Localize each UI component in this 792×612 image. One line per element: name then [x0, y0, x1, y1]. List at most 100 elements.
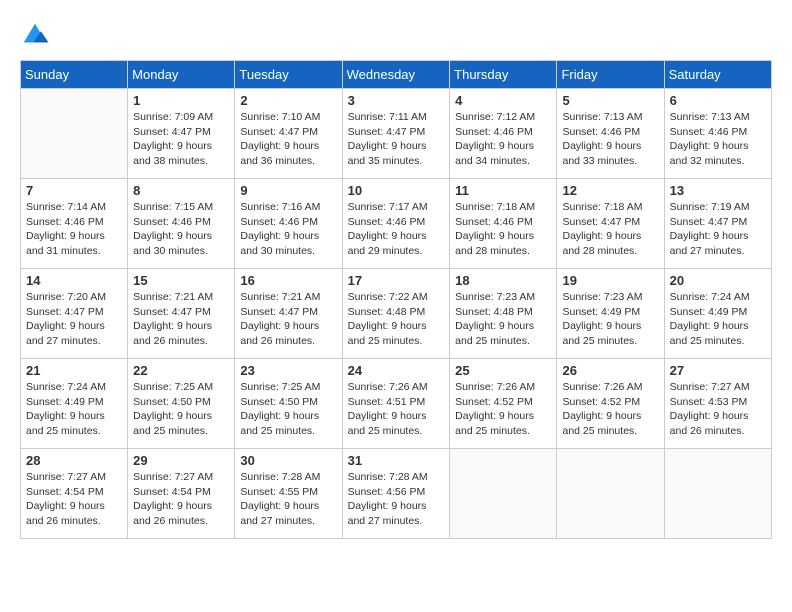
- calendar-cell: [557, 449, 664, 539]
- day-number: 17: [348, 273, 445, 288]
- calendar-cell: 15 Sunrise: 7:21 AMSunset: 4:47 PMDayligh…: [128, 269, 235, 359]
- calendar-table: SundayMondayTuesdayWednesdayThursdayFrid…: [20, 60, 772, 539]
- day-info: Sunrise: 7:11 AMSunset: 4:47 PMDaylight:…: [348, 110, 445, 169]
- day-info: Sunrise: 7:28 AMSunset: 4:55 PMDaylight:…: [240, 470, 336, 529]
- calendar-cell: [450, 449, 557, 539]
- calendar-cell: 7Sunrise: 7:14 AMSunset: 4:46 PMDaylight…: [21, 179, 128, 269]
- day-info: Sunrise: 7:21 AMSunset: 4:47 PMDaylight:…: [133, 290, 229, 349]
- calendar-cell: 13Sunrise: 7:19 AMSunset: 4:47 PMDayligh…: [664, 179, 771, 269]
- day-number: 27: [670, 363, 766, 378]
- day-info: Sunrise: 7:22 AMSunset: 4:48 PMDaylight:…: [348, 290, 445, 349]
- day-number: 20: [670, 273, 766, 288]
- day-number: 19: [562, 273, 658, 288]
- day-info: Sunrise: 7:16 AMSunset: 4:46 PMDaylight:…: [240, 200, 336, 259]
- calendar-week-row: 7Sunrise: 7:14 AMSunset: 4:46 PMDaylight…: [21, 179, 772, 269]
- day-number: 15: [133, 273, 229, 288]
- header-monday: Monday: [128, 61, 235, 89]
- calendar-cell: 11 Sunrise: 7:18 AMSunset: 4:46 PMDayligh…: [450, 179, 557, 269]
- calendar-cell: 24 Sunrise: 7:26 AMSunset: 4:51 PMDayligh…: [342, 359, 450, 449]
- day-info: Sunrise: 7:27 AMSunset: 4:54 PMDaylight:…: [133, 470, 229, 529]
- calendar-cell: 8 Sunrise: 7:15 AMSunset: 4:46 PMDaylight…: [128, 179, 235, 269]
- day-number: 11: [455, 183, 551, 198]
- day-info: Sunrise: 7:27 AMSunset: 4:53 PMDaylight:…: [670, 380, 766, 439]
- header-sunday: Sunday: [21, 61, 128, 89]
- logo-icon: [20, 20, 50, 50]
- page-header: [20, 20, 772, 50]
- calendar-cell: 3 Sunrise: 7:11 AMSunset: 4:47 PMDaylight…: [342, 89, 450, 179]
- day-info: Sunrise: 7:24 AMSunset: 4:49 PMDaylight:…: [670, 290, 766, 349]
- calendar-cell: [21, 89, 128, 179]
- day-number: 6: [670, 93, 766, 108]
- day-number: 1: [133, 93, 229, 108]
- calendar-cell: 23 Sunrise: 7:25 AMSunset: 4:50 PMDayligh…: [235, 359, 342, 449]
- calendar-cell: 28Sunrise: 7:27 AMSunset: 4:54 PMDayligh…: [21, 449, 128, 539]
- day-info: Sunrise: 7:23 AMSunset: 4:48 PMDaylight:…: [455, 290, 551, 349]
- calendar-cell: 30 Sunrise: 7:28 AMSunset: 4:55 PMDayligh…: [235, 449, 342, 539]
- day-info: Sunrise: 7:25 AMSunset: 4:50 PMDaylight:…: [133, 380, 229, 439]
- calendar-cell: 25Sunrise: 7:26 AMSunset: 4:52 PMDayligh…: [450, 359, 557, 449]
- header-friday: Friday: [557, 61, 664, 89]
- calendar-cell: 19Sunrise: 7:23 AMSunset: 4:49 PMDayligh…: [557, 269, 664, 359]
- day-info: Sunrise: 7:15 AMSunset: 4:46 PMDaylight:…: [133, 200, 229, 259]
- day-info: Sunrise: 7:14 AMSunset: 4:46 PMDaylight:…: [26, 200, 122, 259]
- day-number: 18: [455, 273, 551, 288]
- header-tuesday: Tuesday: [235, 61, 342, 89]
- day-info: Sunrise: 7:18 AMSunset: 4:46 PMDaylight:…: [455, 200, 551, 259]
- calendar-cell: 22 Sunrise: 7:25 AMSunset: 4:50 PMDayligh…: [128, 359, 235, 449]
- day-number: 4: [455, 93, 551, 108]
- calendar-week-row: 1 Sunrise: 7:09 AMSunset: 4:47 PMDaylight…: [21, 89, 772, 179]
- day-info: Sunrise: 7:19 AMSunset: 4:47 PMDaylight:…: [670, 200, 766, 259]
- day-info: Sunrise: 7:13 AMSunset: 4:46 PMDaylight:…: [562, 110, 658, 169]
- day-number: 12: [562, 183, 658, 198]
- day-number: 26: [562, 363, 658, 378]
- header-wednesday: Wednesday: [342, 61, 450, 89]
- day-number: 16: [240, 273, 336, 288]
- day-number: 23: [240, 363, 336, 378]
- calendar-cell: [664, 449, 771, 539]
- calendar-week-row: 28Sunrise: 7:27 AMSunset: 4:54 PMDayligh…: [21, 449, 772, 539]
- day-number: 24: [348, 363, 445, 378]
- calendar-cell: 5 Sunrise: 7:13 AMSunset: 4:46 PMDaylight…: [557, 89, 664, 179]
- day-info: Sunrise: 7:26 AMSunset: 4:52 PMDaylight:…: [455, 380, 551, 439]
- calendar-cell: 9 Sunrise: 7:16 AMSunset: 4:46 PMDaylight…: [235, 179, 342, 269]
- header-thursday: Thursday: [450, 61, 557, 89]
- calendar-cell: 17 Sunrise: 7:22 AMSunset: 4:48 PMDayligh…: [342, 269, 450, 359]
- calendar-cell: 21Sunrise: 7:24 AMSunset: 4:49 PMDayligh…: [21, 359, 128, 449]
- calendar-week-row: 21Sunrise: 7:24 AMSunset: 4:49 PMDayligh…: [21, 359, 772, 449]
- day-number: 5: [562, 93, 658, 108]
- day-number: 30: [240, 453, 336, 468]
- day-info: Sunrise: 7:17 AMSunset: 4:46 PMDaylight:…: [348, 200, 445, 259]
- day-info: Sunrise: 7:09 AMSunset: 4:47 PMDaylight:…: [133, 110, 229, 169]
- calendar-cell: 12Sunrise: 7:18 AMSunset: 4:47 PMDayligh…: [557, 179, 664, 269]
- day-info: Sunrise: 7:13 AMSunset: 4:46 PMDaylight:…: [670, 110, 766, 169]
- day-info: Sunrise: 7:26 AMSunset: 4:52 PMDaylight:…: [562, 380, 658, 439]
- calendar-cell: 20 Sunrise: 7:24 AMSunset: 4:49 PMDayligh…: [664, 269, 771, 359]
- day-number: 22: [133, 363, 229, 378]
- day-info: Sunrise: 7:12 AMSunset: 4:46 PMDaylight:…: [455, 110, 551, 169]
- logo: [20, 20, 54, 50]
- calendar-cell: 2 Sunrise: 7:10 AMSunset: 4:47 PMDaylight…: [235, 89, 342, 179]
- calendar-cell: 16Sunrise: 7:21 AMSunset: 4:47 PMDayligh…: [235, 269, 342, 359]
- header-saturday: Saturday: [664, 61, 771, 89]
- calendar-cell: 10Sunrise: 7:17 AMSunset: 4:46 PMDayligh…: [342, 179, 450, 269]
- day-number: 8: [133, 183, 229, 198]
- day-number: 14: [26, 273, 122, 288]
- calendar-cell: 29 Sunrise: 7:27 AMSunset: 4:54 PMDayligh…: [128, 449, 235, 539]
- day-number: 9: [240, 183, 336, 198]
- day-info: Sunrise: 7:27 AMSunset: 4:54 PMDaylight:…: [26, 470, 122, 529]
- calendar-week-row: 14 Sunrise: 7:20 AMSunset: 4:47 PMDayligh…: [21, 269, 772, 359]
- day-number: 2: [240, 93, 336, 108]
- calendar-cell: 31 Sunrise: 7:28 AMSunset: 4:56 PMDayligh…: [342, 449, 450, 539]
- calendar-cell: 27 Sunrise: 7:27 AMSunset: 4:53 PMDayligh…: [664, 359, 771, 449]
- day-info: Sunrise: 7:26 AMSunset: 4:51 PMDaylight:…: [348, 380, 445, 439]
- day-info: Sunrise: 7:25 AMSunset: 4:50 PMDaylight:…: [240, 380, 336, 439]
- day-info: Sunrise: 7:20 AMSunset: 4:47 PMDaylight:…: [26, 290, 122, 349]
- calendar-cell: 26 Sunrise: 7:26 AMSunset: 4:52 PMDayligh…: [557, 359, 664, 449]
- day-info: Sunrise: 7:10 AMSunset: 4:47 PMDaylight:…: [240, 110, 336, 169]
- day-number: 3: [348, 93, 445, 108]
- calendar-cell: 6 Sunrise: 7:13 AMSunset: 4:46 PMDaylight…: [664, 89, 771, 179]
- day-number: 29: [133, 453, 229, 468]
- day-info: Sunrise: 7:24 AMSunset: 4:49 PMDaylight:…: [26, 380, 122, 439]
- day-number: 31: [348, 453, 445, 468]
- day-info: Sunrise: 7:28 AMSunset: 4:56 PMDaylight:…: [348, 470, 445, 529]
